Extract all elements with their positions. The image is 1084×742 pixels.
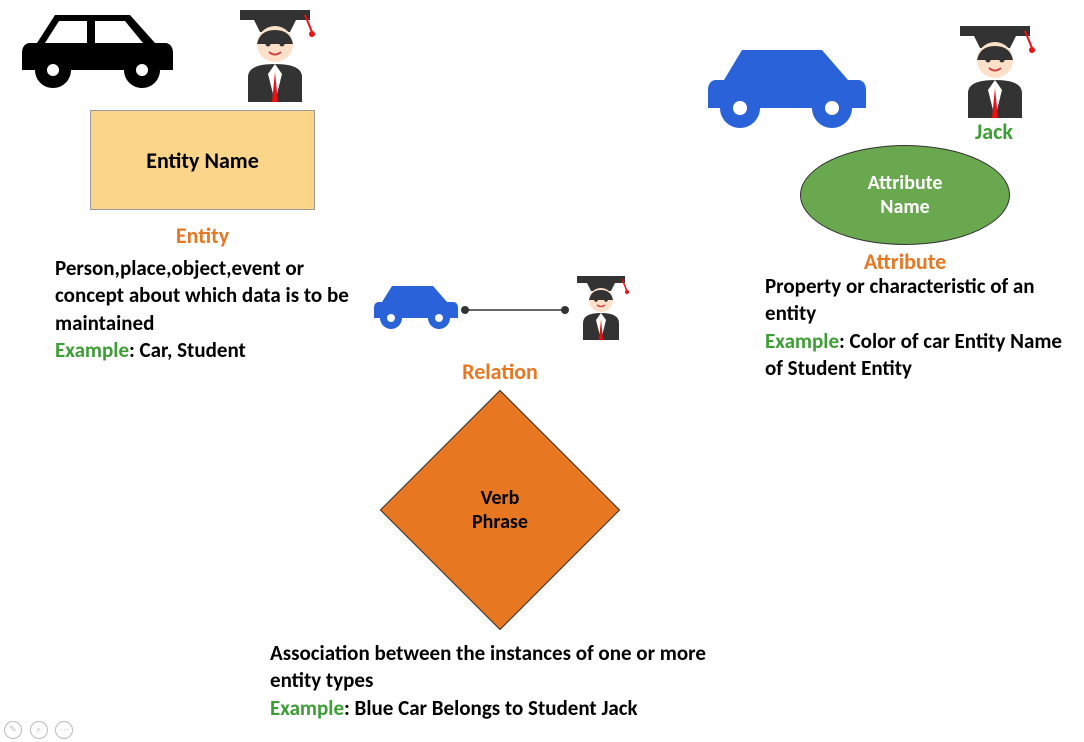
relation-desc-text: Association between the instances of one… xyxy=(270,640,706,693)
entity-description: Person,place,object,event or concept abo… xyxy=(55,255,355,364)
graduate-icon xyxy=(950,18,1040,123)
graduate-icon xyxy=(230,2,320,107)
attribute-title: Attribute xyxy=(800,248,1010,275)
entity-example-text: : Car, Student xyxy=(129,337,246,363)
attribute-shape-label-2: Name xyxy=(880,195,929,219)
entity-example-label: Example xyxy=(55,337,129,363)
entity-rectangle: Entity Name xyxy=(90,110,315,210)
jack-label: Jack xyxy=(975,118,1013,145)
relation-description: Association between the instances of one… xyxy=(270,640,730,722)
relation-title: Relation xyxy=(420,358,580,385)
search-icon[interactable]: ⌕ xyxy=(30,721,48,739)
relation-shape-label-1: Verb xyxy=(481,486,520,510)
more-icon[interactable]: ⋯ xyxy=(55,721,73,739)
graduate-icon xyxy=(570,270,632,345)
attribute-description: Property or characteristic of an entity … xyxy=(765,273,1065,382)
attribute-shape-label-1: Attribute xyxy=(868,171,943,195)
relation-shape-label-2: Phrase xyxy=(472,510,528,534)
pen-icon[interactable]: ✎ xyxy=(4,721,22,739)
toolbar: ✎ ⌕ ⋯ xyxy=(4,718,77,739)
car-icon xyxy=(15,5,175,105)
entity-desc-text: Person,place,object,event or concept abo… xyxy=(55,255,349,336)
car-icon xyxy=(370,280,460,340)
entity-shape-label: Entity Name xyxy=(146,147,259,174)
car-icon xyxy=(700,40,870,145)
entity-title: Entity xyxy=(90,222,315,249)
relation-example-label: Example xyxy=(270,695,344,721)
attribute-example-label: Example xyxy=(765,328,839,354)
relation-line xyxy=(460,300,570,320)
relation-diamond: Verb Phrase xyxy=(415,425,585,595)
attribute-ellipse: Attribute Name xyxy=(800,145,1010,245)
attribute-desc-text: Property or characteristic of an entity xyxy=(765,273,1035,326)
relation-example-text: : Blue Car Belongs to Student Jack xyxy=(344,695,638,721)
